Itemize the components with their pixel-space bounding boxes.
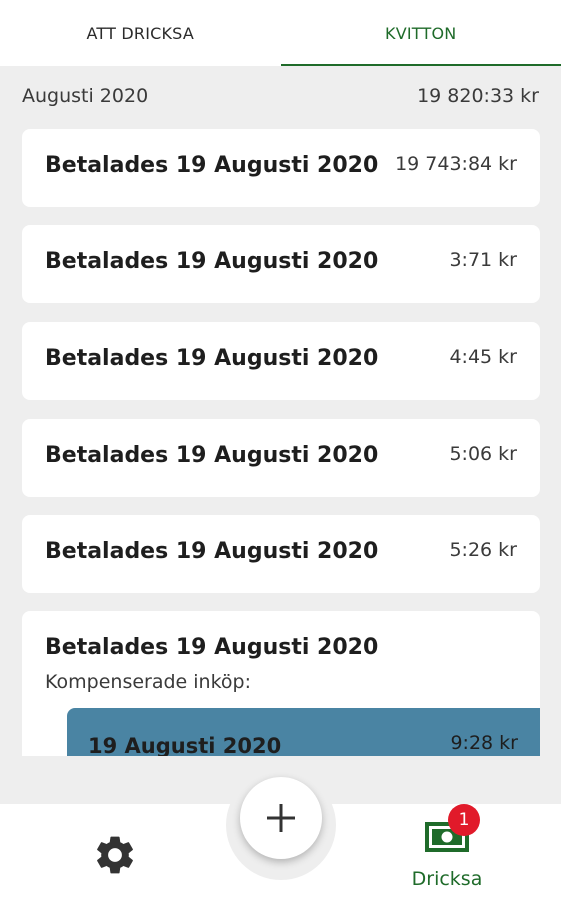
- month-summary: Augusti 2020 19 820:33 kr: [0, 66, 561, 126]
- month-label: Augusti 2020: [22, 85, 149, 107]
- receipt-title: Betalades 19 Augusti 2020: [45, 346, 379, 371]
- receipt-card[interactable]: Betalades 19 Augusti 2020 19 743:84 kr: [22, 129, 540, 207]
- compensated-purchases-label: Kompenserade inköp:: [45, 671, 252, 693]
- receipt-amount: 5:06 kr: [449, 443, 517, 465]
- receipt-title: Betalades 19 Augusti 2020: [45, 153, 379, 178]
- receipt-card[interactable]: Betalades 19 Augusti 2020 5:06 kr: [22, 419, 540, 497]
- tab-bar: ATT DRICKSA KVITTON: [0, 0, 561, 66]
- receipt-card[interactable]: Betalades 19 Augusti 2020 4:45 kr: [22, 322, 540, 400]
- purchase-date: 19 Augusti 2020: [88, 734, 282, 756]
- receipt-list[interactable]: Betalades 19 Augusti 2020 19 743:84 kr B…: [22, 129, 540, 756]
- receipt-card[interactable]: Betalades 19 Augusti 2020 3:71 kr: [22, 225, 540, 303]
- purchase-amount: 9:28 kr: [450, 732, 518, 754]
- add-button[interactable]: [240, 777, 322, 859]
- tip-nav-label: Dricksa: [411, 868, 483, 890]
- receipt-card-expanded[interactable]: Betalades 19 Augusti 2020 Kompenserade i…: [22, 611, 540, 756]
- gear-icon: [97, 836, 133, 874]
- receipt-amount: 19 743:84 kr: [395, 153, 517, 175]
- receipt-amount: 4:45 kr: [449, 346, 517, 368]
- tab-att-dricksa[interactable]: ATT DRICKSA: [0, 0, 281, 66]
- tab-kvitton[interactable]: KVITTON: [280, 0, 561, 66]
- receipt-title: Betalades 19 Augusti 2020: [45, 635, 379, 660]
- month-total: 19 820:33 kr: [417, 85, 539, 107]
- tip-nav-button[interactable]: 1 Dricksa: [400, 804, 494, 896]
- receipt-title: Betalades 19 Augusti 2020: [45, 249, 379, 274]
- settings-button[interactable]: [88, 828, 142, 882]
- receipt-amount: 5:26 kr: [449, 539, 517, 561]
- receipt-title: Betalades 19 Augusti 2020: [45, 443, 379, 468]
- receipt-card[interactable]: Betalades 19 Augusti 2020 5:26 kr: [22, 515, 540, 593]
- receipt-title: Betalades 19 Augusti 2020: [45, 539, 379, 564]
- plus-icon: [267, 804, 295, 832]
- receipt-amount: 3:71 kr: [449, 249, 517, 271]
- notification-badge: 1: [448, 804, 480, 836]
- purchase-item[interactable]: 19 Augusti 2020 9:28 kr: [67, 708, 540, 756]
